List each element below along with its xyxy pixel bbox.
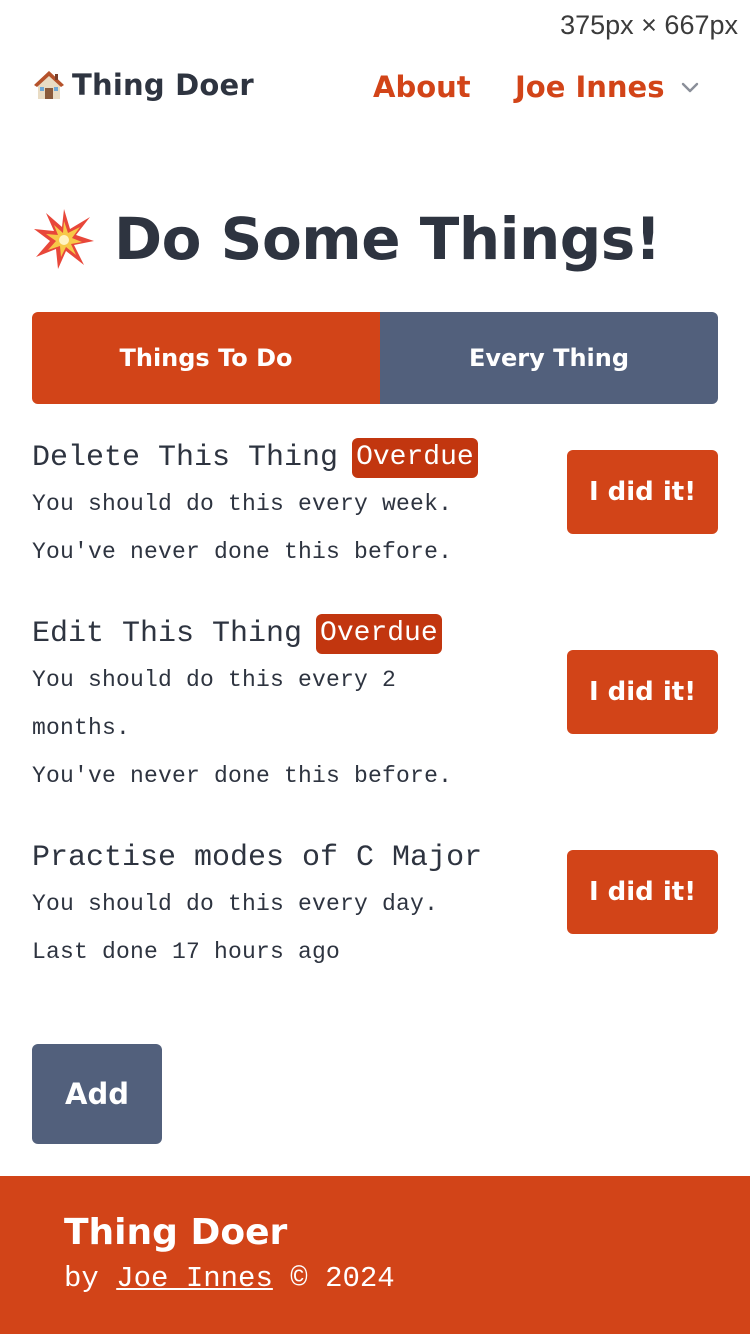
navbar: Thing Doer About Joe Innes	[0, 62, 750, 116]
i-did-it-button[interactable]: I did it!	[567, 650, 718, 734]
thing-frequency: You should do this every 2 months.	[32, 667, 397, 741]
page-title-text: Do Some Things!	[114, 205, 661, 273]
footer-credit: by Joe Innes © 2024	[64, 1262, 395, 1295]
overdue-badge: Overdue	[316, 614, 442, 654]
user-menu[interactable]: Joe Innes	[515, 70, 701, 104]
thing-title: Practise modes of C Major	[32, 841, 483, 875]
footer-by: by	[64, 1262, 99, 1295]
house-icon	[34, 71, 64, 99]
tab-bar: Things To Do Every Thing	[32, 312, 718, 404]
thing-last-done: Last done 17 hours ago	[32, 939, 341, 965]
chevron-down-icon	[681, 82, 698, 93]
thing-last-done: You've never done this before.	[32, 539, 453, 565]
footer-author-link[interactable]: Joe Innes	[116, 1262, 273, 1295]
user-name: Joe Innes	[515, 70, 665, 104]
i-did-it-button[interactable]: I did it!	[567, 850, 718, 934]
thing-title: Edit This Thing	[32, 617, 303, 651]
brand-name: Thing Doer	[72, 68, 254, 102]
tab-every-thing[interactable]: Every Thing	[380, 312, 718, 404]
list-item: Delete This Thing Overdue You should do …	[32, 436, 718, 612]
things-list: Delete This Thing Overdue You should do …	[32, 436, 718, 1012]
footer: Thing Doer by Joe Innes © 2024	[0, 1176, 750, 1334]
thing-frequency: You should do this every week.	[32, 491, 453, 517]
viewport-size-label: 375px × 667px	[560, 10, 738, 40]
page-title: Do Some Things!	[32, 205, 661, 273]
thing-last-done: You've never done this before.	[32, 763, 453, 789]
tab-things-to-do[interactable]: Things To Do	[32, 312, 380, 404]
list-item: Practise modes of C Major You should do …	[32, 836, 718, 1012]
add-button[interactable]: Add	[32, 1044, 162, 1144]
thing-title: Delete This Thing	[32, 441, 339, 475]
footer-title: Thing Doer	[64, 1212, 288, 1253]
i-did-it-button[interactable]: I did it!	[567, 450, 718, 534]
nav-about-link[interactable]: About	[373, 70, 471, 104]
footer-copyright: © 2024	[290, 1262, 395, 1295]
thing-frequency: You should do this every day.	[32, 891, 439, 917]
brand-link[interactable]: Thing Doer	[32, 68, 254, 102]
collision-icon	[34, 209, 94, 269]
list-item: Edit This Thing Overdue You should do th…	[32, 612, 718, 836]
overdue-badge: Overdue	[352, 438, 478, 478]
